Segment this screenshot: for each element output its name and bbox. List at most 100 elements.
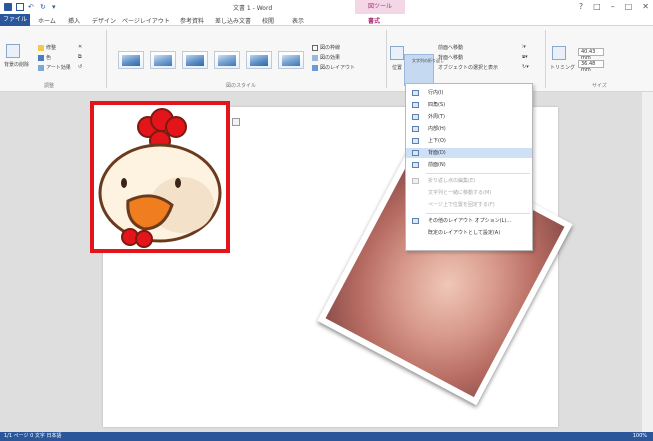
wrap-through-icon — [412, 126, 419, 132]
menu-item-inline[interactable]: 行内(I) — [406, 88, 532, 98]
left-eye — [121, 178, 127, 188]
wrap-square-icon — [412, 102, 419, 108]
title-bar: ↶ ↻ ▾ 文書 1 - Word 図ツール ? □ – □ ✕ — [0, 0, 653, 14]
maximize-button[interactable]: □ — [625, 2, 633, 11]
sun-icon — [38, 44, 44, 51]
tab-review[interactable]: 校閲 — [262, 16, 274, 25]
document-title: 文書 1 - Word — [233, 5, 273, 12]
vertical-scrollbar[interactable] — [642, 92, 653, 432]
picture-style-6[interactable] — [278, 51, 304, 69]
position-icon[interactable] — [390, 46, 404, 60]
rotate-icon[interactable]: ↻▾ — [522, 64, 529, 70]
corrections-button[interactable]: 修整 — [38, 44, 56, 51]
shape-width-field[interactable]: 36.48 mm — [578, 60, 604, 73]
ribbon: 背景の削除 修整 色 アート効果 ✕ ⧉ ↺ 調整 図の枠線 図の効果 図のレイ… — [0, 26, 653, 92]
effects-icon — [312, 54, 318, 61]
layout-options-menu-icon — [412, 218, 419, 224]
status-info: 1/1 ページ 0 文字 日本語 — [4, 433, 62, 439]
menu-item-top-bottom[interactable]: 上下(O) — [406, 136, 532, 146]
menu-item-tight[interactable]: 外周(T) — [406, 112, 532, 122]
change-picture-icon[interactable]: ⧉ — [78, 54, 82, 60]
wattle-shape — [121, 228, 153, 248]
picture-style-1[interactable] — [118, 51, 144, 69]
position-label: 位置 — [392, 65, 403, 71]
tab-insert[interactable]: 挿入 — [68, 16, 80, 25]
remove-background-icon[interactable] — [6, 44, 20, 58]
menu-separator — [426, 213, 530, 214]
menu-item-behind-text[interactable]: 背面(D) — [406, 148, 532, 158]
menu-item-in-front[interactable]: 前面(N) — [406, 160, 532, 170]
save-icon[interactable] — [16, 3, 24, 11]
wrap-text-menu: 行内(I) 四角(S) 外周(T) 内部(H) 上下(O) 背面(D) 前面(N… — [405, 83, 533, 251]
align-icon[interactable]: ⫶▾ — [522, 44, 526, 50]
artistic-effects-icon — [38, 64, 44, 71]
help-button[interactable]: ? — [579, 2, 583, 11]
menu-item-through[interactable]: 内部(H) — [406, 124, 532, 134]
border-icon — [312, 44, 318, 51]
crop-icon[interactable] — [552, 46, 566, 60]
menu-item-set-default[interactable]: 既定のレイアウトとして設定(A) — [406, 228, 532, 238]
zoom-level[interactable]: 100% — [633, 432, 647, 441]
tab-design[interactable]: デザイン — [92, 16, 116, 25]
customize-qat-icon[interactable]: ▾ — [52, 3, 60, 11]
chicken-drawing — [98, 108, 222, 248]
layout-icon — [312, 64, 318, 71]
tab-page-layout[interactable]: ページレイアウト — [122, 16, 170, 25]
menu-item-edit-wrap-points: 折り返し点の編集(E) — [406, 176, 532, 186]
window-controls: ? □ – □ ✕ — [579, 2, 649, 11]
menu-item-more-layout-options[interactable]: その他のレイアウト オプション(L)... — [406, 216, 532, 226]
compress-pictures-icon[interactable]: ✕ — [78, 44, 82, 50]
menu-item-square[interactable]: 四角(S) — [406, 100, 532, 110]
edit-points-icon — [412, 178, 419, 184]
wrap-inline-icon — [412, 90, 419, 96]
picture-effects-button[interactable]: 図の効果 — [312, 54, 340, 61]
tab-home[interactable]: ホーム — [38, 16, 56, 25]
picture-style-5[interactable] — [246, 51, 272, 69]
wrap-front-icon — [412, 162, 419, 168]
tab-file[interactable]: ファイル — [0, 14, 30, 26]
picture-style-3[interactable] — [182, 51, 208, 69]
bring-forward-button[interactable]: 前面へ移動 — [438, 44, 463, 51]
group-separator — [545, 30, 546, 88]
group-label-adjust: 調整 — [44, 83, 55, 89]
tab-references[interactable]: 参考資料 — [180, 16, 204, 25]
picture-layout-button[interactable]: 図のレイアウト — [312, 64, 355, 71]
word-logo-icon — [4, 3, 12, 11]
picture-tools-context-label: 図ツール — [355, 0, 405, 14]
menu-item-move-with-text: 文字列と一緒に移動する(M) — [428, 190, 492, 196]
picture-border-button[interactable]: 図の枠線 — [312, 44, 340, 51]
wrap-top-bottom-icon — [412, 138, 419, 144]
menu-item-fix-position: ページ上で位置を固定する(F) — [428, 202, 495, 208]
right-eye — [175, 178, 181, 188]
crop-label: トリミング — [550, 65, 576, 71]
color-button[interactable]: 色 — [38, 54, 51, 61]
remove-background-label: 背景の削除 — [4, 62, 30, 68]
selection-pane-button[interactable]: オブジェクトの選択と表示 — [438, 64, 498, 71]
group-separator — [106, 30, 107, 88]
send-backward-button[interactable]: 背面へ移動 — [438, 54, 463, 61]
tab-mailings[interactable]: 差し込み文書 — [215, 16, 251, 25]
ribbon-display-button[interactable]: □ — [593, 2, 601, 11]
tab-view[interactable]: 表示 — [292, 16, 304, 25]
wrap-behind-icon — [412, 150, 419, 156]
picture-style-2[interactable] — [150, 51, 176, 69]
group-icon[interactable]: ⧈▾ — [522, 54, 528, 60]
wrap-tight-icon — [412, 114, 419, 120]
reset-picture-icon[interactable]: ↺ — [78, 64, 82, 70]
quick-access-toolbar: ↶ ↻ ▾ — [4, 3, 60, 11]
chicken-illustration[interactable] — [90, 101, 230, 253]
ribbon-tabs: ファイル ホーム 挿入 デザイン ページレイアウト 参考資料 差し込み文書 校閲… — [0, 14, 653, 28]
group-label-size: サイズ — [592, 83, 607, 89]
close-button[interactable]: ✕ — [642, 2, 649, 11]
group-label-picture-styles: 図のスタイル — [226, 83, 257, 89]
redo-icon[interactable]: ↻ — [40, 3, 48, 11]
picture-style-4[interactable] — [214, 51, 240, 69]
color-icon — [38, 54, 44, 61]
layout-options-icon[interactable] — [232, 118, 240, 126]
menu-separator — [426, 173, 530, 174]
minimize-button[interactable]: – — [611, 2, 615, 11]
undo-icon[interactable]: ↶ — [28, 3, 36, 11]
status-bar: 1/1 ページ 0 文字 日本語 100% — [0, 432, 653, 441]
shape-height-field[interactable]: 40.43 mm — [578, 48, 604, 61]
artistic-effects-button[interactable]: アート効果 — [38, 64, 71, 71]
